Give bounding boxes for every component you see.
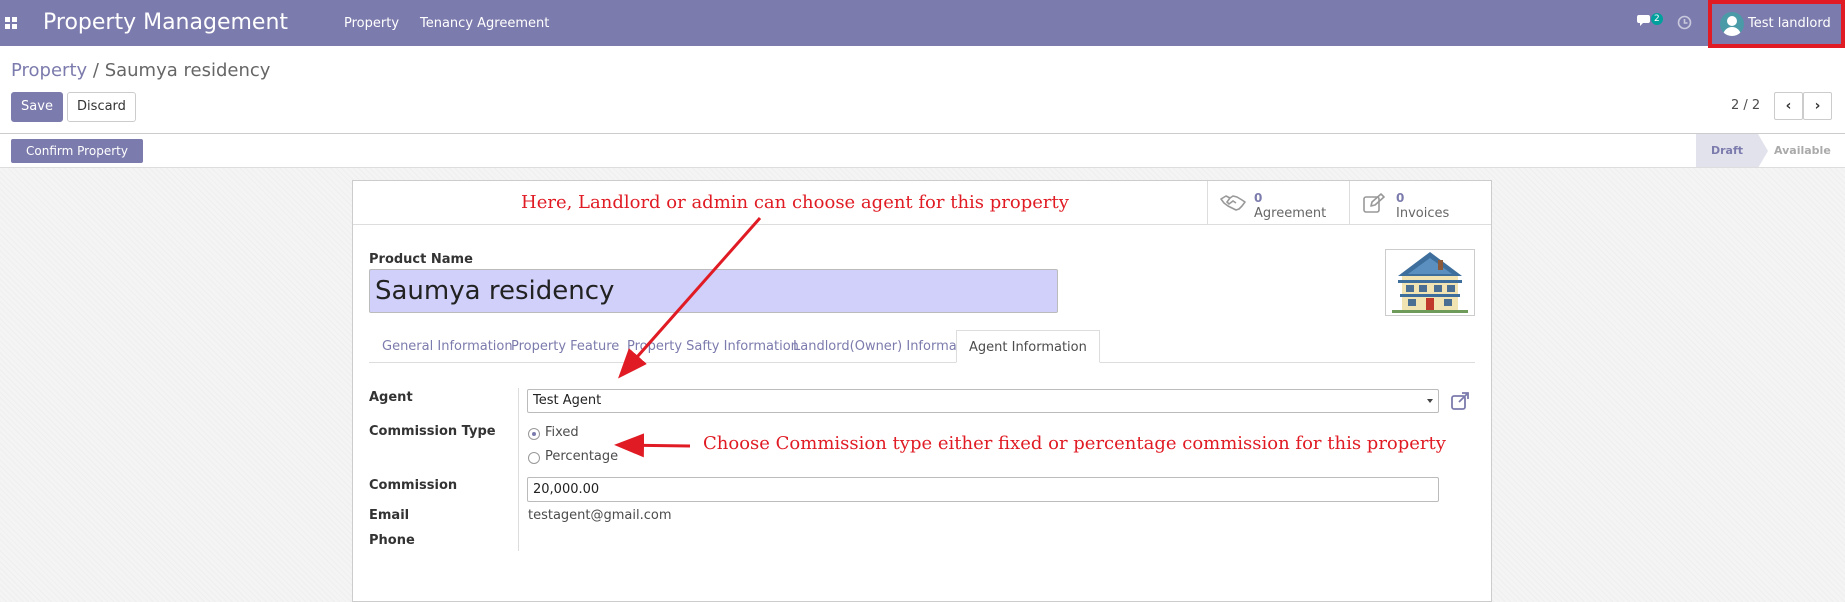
commission-arrow — [614, 433, 691, 458]
annotation-arrows — [614, 217, 762, 458]
agent-arrow — [618, 217, 762, 379]
